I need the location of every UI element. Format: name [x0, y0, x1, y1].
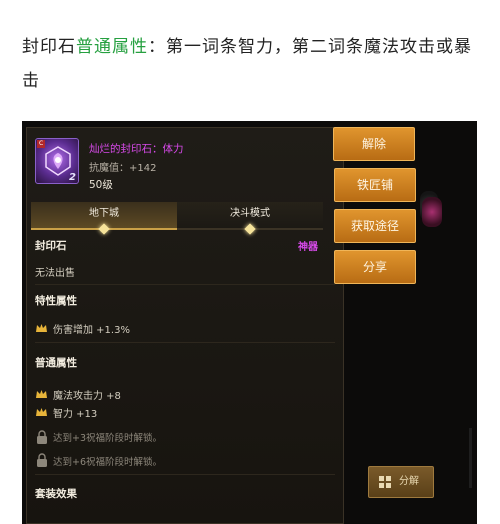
normal-attr-1: 魔法攻击力 +8: [53, 391, 121, 402]
divider: [35, 474, 335, 475]
item-tooltip-panel: C 2 灿烂的封印石：体力 抗魔值：+142 50级 地下城 决斗模式 封印石 …: [26, 127, 344, 524]
rarity-tag: 神器: [298, 242, 318, 253]
game-screenshot: C 2 灿烂的封印石：体力 抗魔值：+142 50级 地下城 决斗模式 封印石 …: [22, 121, 477, 524]
share-button[interactable]: 分享: [334, 250, 416, 284]
normal-attr-2: 智力 +13: [53, 409, 98, 420]
background-decoration: [422, 197, 442, 227]
crown-icon: [36, 324, 47, 332]
decompose-button[interactable]: 分解: [368, 466, 434, 498]
lock-icon: [37, 453, 47, 467]
icon-level: 2: [69, 172, 76, 183]
set-effect-title: 套装效果: [35, 488, 77, 500]
article-highlight: 普通属性: [76, 37, 148, 57]
tab-marker-icon: [244, 223, 256, 235]
special-attr-title: 特性属性: [35, 295, 77, 307]
decompose-icon: [379, 476, 391, 488]
seal-stone-icon: C 2: [35, 138, 79, 184]
tab-dungeon[interactable]: 地下城: [31, 202, 177, 235]
mode-tabs: 地下城 决斗模式: [27, 202, 343, 235]
lock-icon: [37, 430, 47, 444]
crown-icon: [36, 408, 47, 416]
divider: [35, 284, 335, 285]
tab-duel[interactable]: 决斗模式: [177, 202, 323, 235]
item-stat: 抗魔值：+142: [89, 163, 157, 174]
article-text-part1: 封印石: [22, 37, 76, 57]
article-text: 封印石普通属性：第一词条智力，第二词条魔法攻击或暴击: [22, 30, 482, 98]
unlock-hint-2: 达到+6祝福阶段时解锁。: [53, 457, 163, 468]
item-name: 灿烂的封印石：体力: [89, 143, 184, 155]
unlock-hint-1: 达到+3祝福阶段时解锁。: [53, 433, 163, 444]
normal-attr-title: 普通属性: [35, 357, 77, 369]
active-marker-icon: [98, 223, 110, 235]
special-attr-value: 伤害增加 +1.3%: [53, 325, 130, 336]
blacksmith-button[interactable]: 铁匠铺: [334, 168, 416, 202]
tab-duel-label: 决斗模式: [230, 208, 270, 219]
item-category: 封印石: [35, 240, 67, 252]
trade-status: 无法出售: [35, 268, 75, 279]
tab-dungeon-label: 地下城: [89, 208, 119, 219]
obtain-source-button[interactable]: 获取途径: [334, 209, 416, 243]
divider: [35, 342, 335, 343]
scrollbar[interactable]: [469, 428, 472, 488]
decompose-label: 分解: [399, 476, 419, 487]
item-level: 50级: [89, 179, 113, 191]
crown-icon: [36, 390, 47, 398]
unlock-button[interactable]: 解除: [333, 127, 415, 161]
